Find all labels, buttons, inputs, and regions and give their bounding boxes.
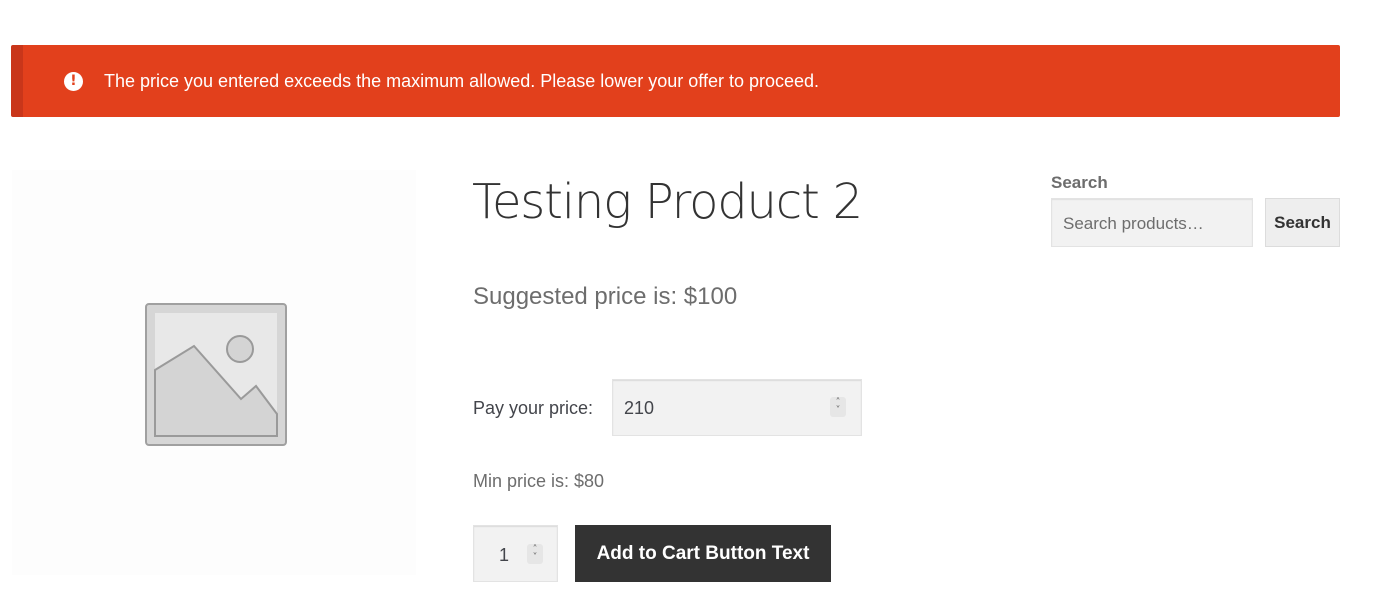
- min-price: Min price is: $80: [473, 471, 605, 491]
- quantity-input[interactable]: 1 ˄ ˅: [473, 525, 558, 582]
- error-message: The price you entered exceeds the maximu…: [104, 71, 820, 91]
- exclamation-circle-icon: !: [64, 72, 83, 91]
- error-notice: ! The price you entered exceeds the maxi…: [11, 45, 1340, 117]
- product-image[interactable]: [12, 170, 416, 575]
- add-to-cart-button[interactable]: Add to Cart Button Text: [575, 525, 831, 582]
- quantity-value: 1: [499, 545, 510, 565]
- product-title: Testing Product 2: [472, 174, 863, 230]
- price-stepper[interactable]: ˄ ˅: [830, 397, 846, 417]
- chevron-down-icon[interactable]: ˅: [533, 553, 538, 563]
- quantity-stepper[interactable]: ˄ ˅: [527, 544, 543, 564]
- image-placeholder-icon: [145, 303, 287, 446]
- search-input[interactable]: Search products…: [1051, 198, 1253, 247]
- pay-your-price-label: Pay your price:: [473, 398, 594, 418]
- suggested-price: Suggested price is: $100: [473, 283, 738, 310]
- search-button[interactable]: Search: [1265, 198, 1340, 247]
- price-input[interactable]: 210 ˄ ˅: [612, 379, 862, 436]
- search-heading: Search: [1051, 173, 1108, 192]
- price-input-value: 210: [624, 398, 655, 418]
- chevron-down-icon[interactable]: ˅: [836, 406, 841, 416]
- search-placeholder: Search products…: [1063, 214, 1204, 233]
